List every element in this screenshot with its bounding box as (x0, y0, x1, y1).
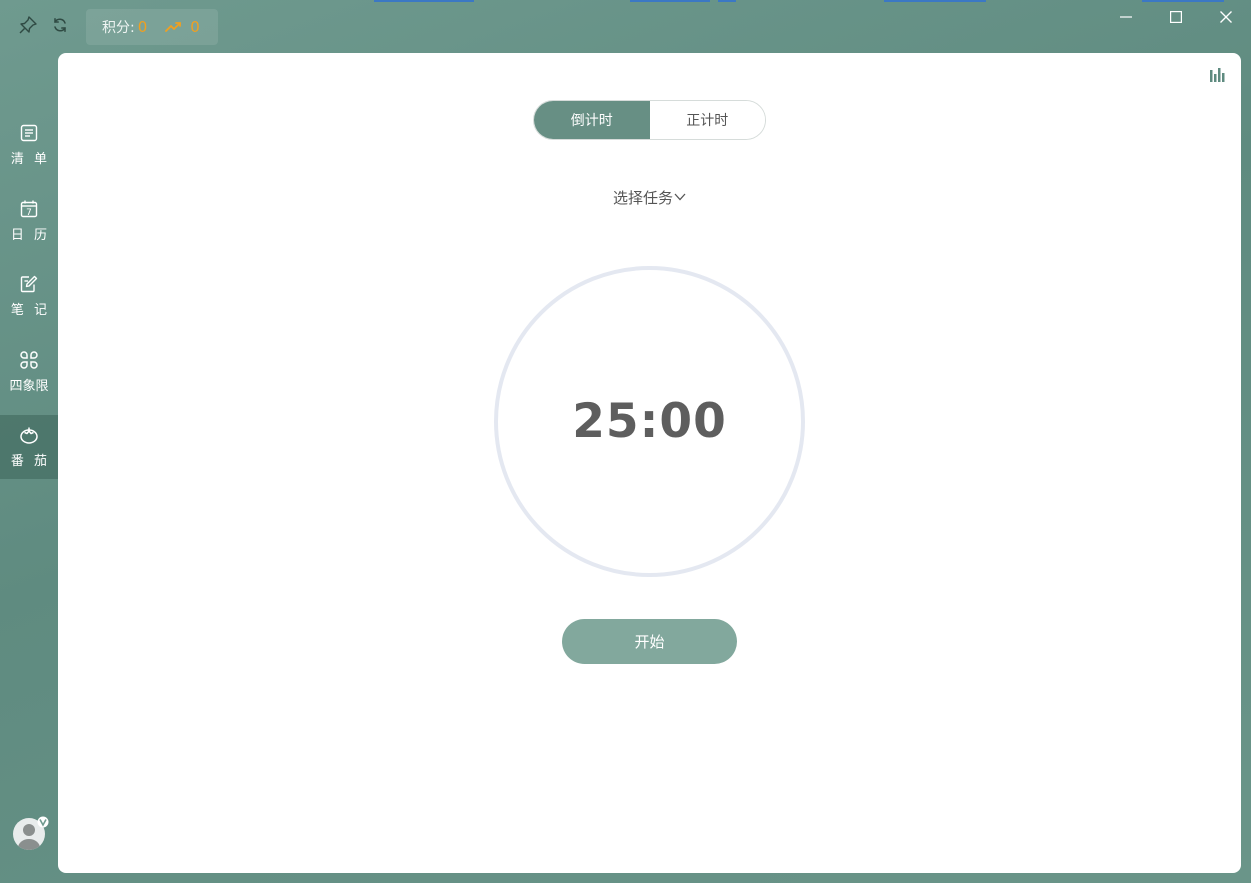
sidebar: 清 单 7 日 历 笔 记 四象限 番 茄 (0, 113, 58, 491)
sidebar-item-calendar[interactable]: 7 日 历 (0, 189, 58, 253)
vip-badge-icon (37, 816, 49, 828)
timer-display: 25:00 (572, 394, 727, 449)
pin-icon (19, 16, 37, 34)
minimize-icon (1120, 16, 1132, 18)
maximize-icon (1170, 11, 1182, 23)
sidebar-item-notes[interactable]: 笔 记 (0, 264, 58, 328)
sidebar-item-label: 日 历 (10, 227, 51, 243)
note-edit-icon (19, 274, 39, 294)
top-accent-bar (884, 0, 986, 2)
close-button[interactable] (1201, 0, 1251, 34)
list-icon (19, 123, 39, 143)
sidebar-item-list[interactable]: 清 单 (0, 113, 58, 177)
sidebar-item-label: 清 单 (10, 152, 51, 167)
calendar-day: 7 (26, 208, 32, 218)
sync-button[interactable] (49, 14, 71, 36)
quadrant-icon (19, 350, 39, 370)
refresh-icon (54, 18, 66, 32)
start-button[interactable]: 开始 (562, 619, 737, 664)
timer-mode-toggle: 倒计时 正计时 (533, 100, 766, 140)
task-select-label: 选择任务 (612, 189, 673, 207)
sidebar-item-label: 番 茄 (10, 454, 51, 469)
tab-countup[interactable]: 正计时 (649, 101, 765, 139)
sidebar-item-label: 笔 记 (10, 303, 51, 318)
minimize-button[interactable] (1101, 0, 1151, 34)
sidebar-item-label: 四象限 (9, 378, 49, 394)
maximize-button[interactable] (1151, 0, 1201, 34)
trend-up-icon (165, 22, 182, 32)
sidebar-item-quadrant[interactable]: 四象限 (0, 340, 58, 404)
timer-ring: 25:00 (494, 266, 805, 577)
top-accent-bar (630, 0, 710, 2)
top-accent-bar (374, 0, 474, 2)
score-label: 积分: (102, 20, 135, 36)
tab-countdown[interactable]: 倒计时 (534, 101, 650, 139)
pomodoro-panel: 倒计时 正计时 选择任务 25:00 开始 (58, 53, 1241, 873)
bar-chart-icon[interactable] (1209, 67, 1225, 83)
score-value: 0 (137, 18, 148, 36)
task-select-dropdown[interactable]: 选择任务 (58, 187, 1241, 208)
sidebar-item-tomato[interactable]: 番 茄 (0, 415, 58, 479)
window-controls (1101, 0, 1251, 34)
close-icon (1220, 11, 1232, 23)
tomato-icon (19, 425, 39, 445)
trend-value: 0 (190, 18, 200, 36)
title-toolbar (17, 14, 81, 36)
top-accent-bar (718, 0, 736, 2)
calendar-icon: 7 (19, 199, 39, 219)
chevron-down-icon (674, 193, 686, 201)
pin-button[interactable] (17, 14, 39, 36)
score-panel[interactable]: 积分: 0 0 (86, 9, 218, 45)
